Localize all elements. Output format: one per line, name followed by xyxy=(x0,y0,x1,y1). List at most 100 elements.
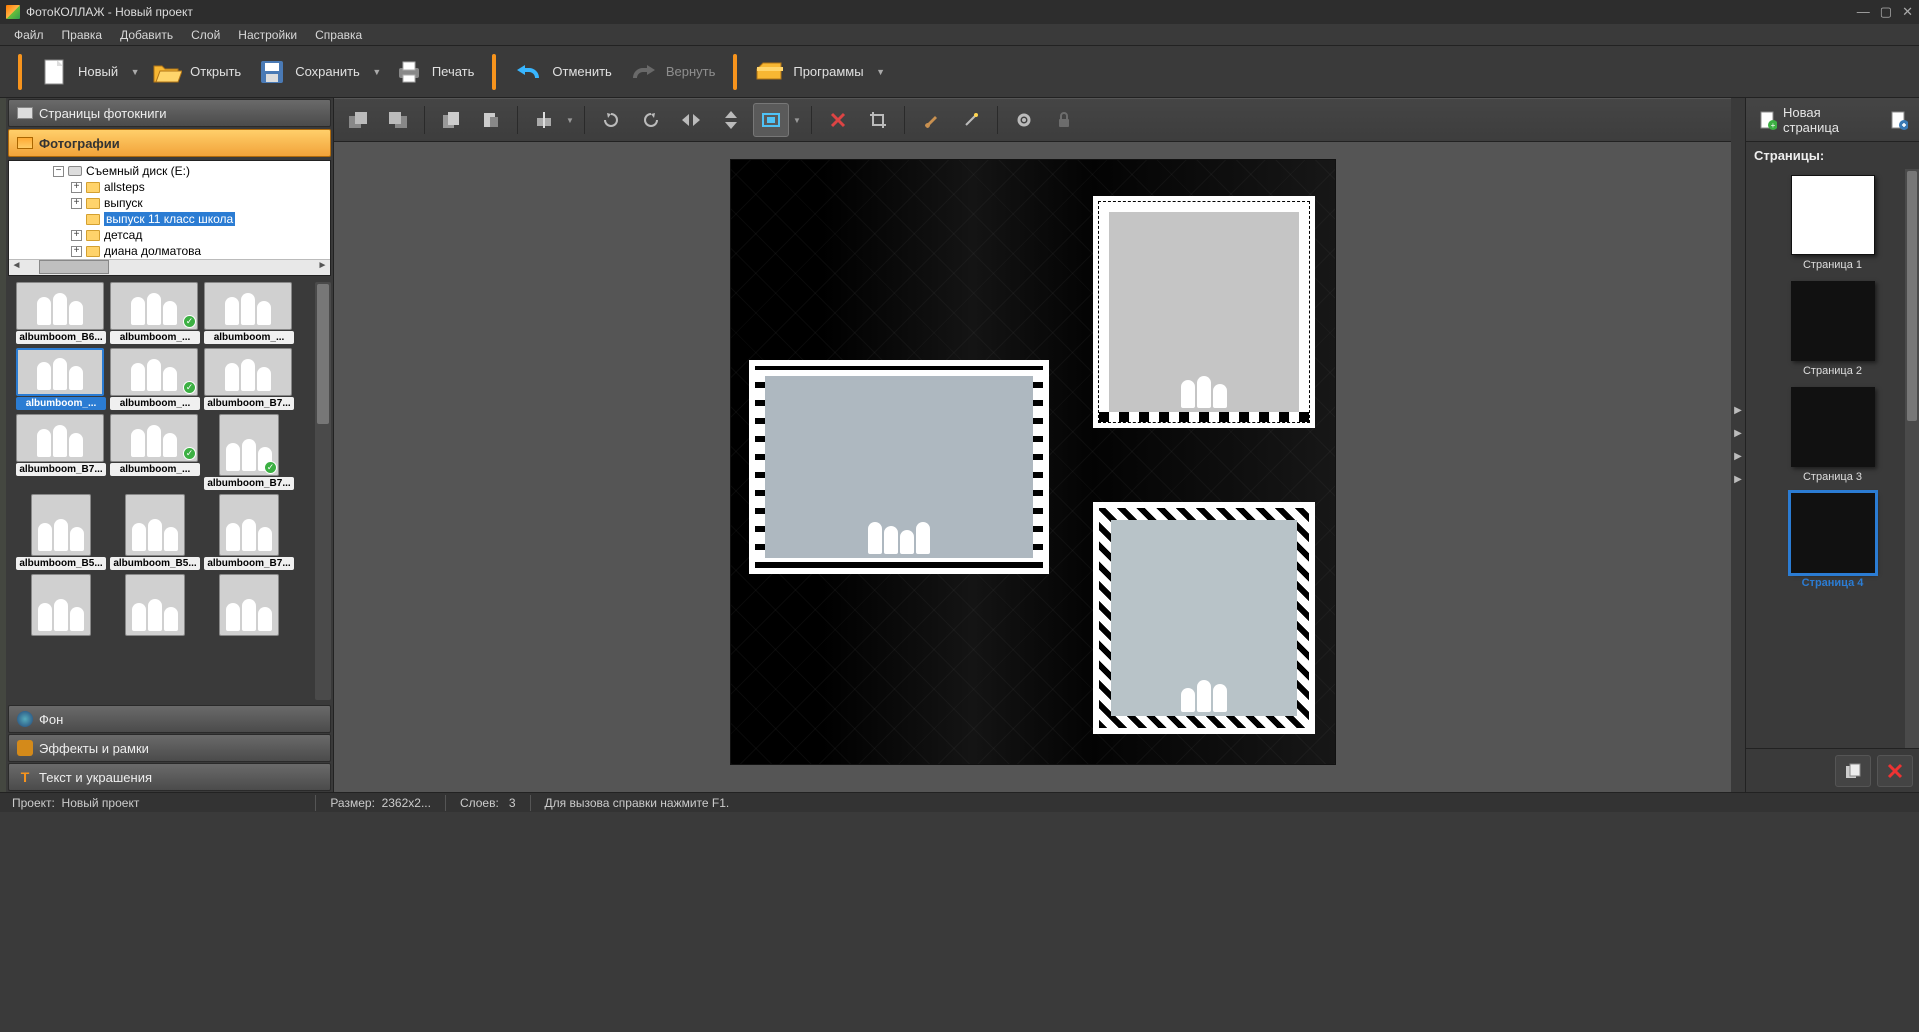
page-thumb[interactable]: Страница 1 xyxy=(1791,175,1875,271)
photo-frame-3[interactable] xyxy=(1093,502,1315,734)
acc-bookpages[interactable]: Страницы фотокниги xyxy=(8,99,331,127)
thumbnail-item[interactable]: albumboom_B7... xyxy=(204,494,294,570)
new-dropdown[interactable]: ▼ xyxy=(126,67,144,77)
copy-button[interactable] xyxy=(433,103,469,137)
send-backward-button[interactable] xyxy=(340,103,376,137)
menu-edit[interactable]: Правка xyxy=(54,26,111,44)
minimize-button[interactable]: — xyxy=(1857,4,1870,20)
thumbnail-item[interactable]: ✓albumboom_B7... xyxy=(204,414,294,490)
thumbnail-label: albumboom_... xyxy=(16,397,106,410)
thumbnail-item[interactable]: albumboom_B5... xyxy=(16,494,106,570)
rotate-left-button[interactable] xyxy=(593,103,629,137)
rotate-right-button[interactable] xyxy=(633,103,669,137)
save-button[interactable]: Сохранить xyxy=(249,53,368,91)
page-settings-button[interactable] xyxy=(1883,103,1915,137)
tree-hscroll[interactable]: ◄► xyxy=(9,259,330,275)
thumbnail-item[interactable]: albumboom_... xyxy=(204,282,294,344)
acc-background[interactable]: Фон xyxy=(8,705,331,733)
splitter[interactable]: ▶ ▶ ▶ ▶ xyxy=(1731,98,1745,792)
toolbar-separator xyxy=(733,54,737,90)
lock-button[interactable] xyxy=(1046,103,1082,137)
acc-photos[interactable]: Фотографии xyxy=(8,129,331,157)
snap-toggle[interactable] xyxy=(753,103,789,137)
splitter-arrow[interactable]: ▶ xyxy=(1734,405,1742,416)
flip-h-button[interactable] xyxy=(673,103,709,137)
thumbnail-item[interactable] xyxy=(110,574,200,636)
programs-dropdown[interactable]: ▼ xyxy=(872,67,890,77)
tree-folder[interactable]: +детсад xyxy=(13,227,326,243)
bring-forward-button[interactable] xyxy=(380,103,416,137)
brush-button[interactable] xyxy=(913,103,949,137)
left-panel: Страницы фотокниги Фотографии −Съемный д… xyxy=(0,98,334,792)
tree-folder[interactable]: +выпуск xyxy=(13,195,326,211)
tree-folder[interactable]: +allsteps xyxy=(13,179,326,195)
splitter-arrow[interactable]: ▶ xyxy=(1734,451,1742,462)
thumbnail-item[interactable]: albumboom_B5... xyxy=(110,494,200,570)
tree-folder[interactable]: +диана долматова xyxy=(13,243,326,259)
folder-tree[interactable]: −Съемный диск (E:)+allsteps+выпусквыпуск… xyxy=(8,160,331,276)
programs-button[interactable]: Программы xyxy=(747,53,871,91)
thumbnail-label: albumboom_B7... xyxy=(16,463,106,476)
print-button[interactable]: Печать xyxy=(386,53,483,91)
photo-frame-1[interactable] xyxy=(749,360,1049,574)
thumbnail-item[interactable]: ✓albumboom_... xyxy=(110,414,200,490)
thumbnail-item[interactable]: ✓albumboom_... xyxy=(110,348,200,410)
canvas-viewport[interactable] xyxy=(334,142,1731,792)
menu-layer[interactable]: Слой xyxy=(183,26,228,44)
thumbnail-item[interactable]: albumboom_... xyxy=(16,348,106,410)
thumbs-vscroll[interactable] xyxy=(315,282,331,700)
thumbnail-item[interactable]: ✓ albumboom_... xyxy=(110,282,200,344)
snap-dropdown[interactable]: ▼ xyxy=(793,116,803,125)
paste-button[interactable] xyxy=(473,103,509,137)
new-button[interactable]: Новый xyxy=(32,53,126,91)
undo-button[interactable]: Отменить xyxy=(506,53,619,91)
page-thumb[interactable]: Страница 4 xyxy=(1791,493,1875,589)
thumbnail-item[interactable]: albumboom_B6... xyxy=(16,282,106,344)
pages-vscroll[interactable] xyxy=(1905,169,1919,748)
save-dropdown[interactable]: ▼ xyxy=(368,67,386,77)
undo-icon xyxy=(514,57,544,87)
thumbnail-label: albumboom_... xyxy=(110,331,200,344)
close-button[interactable]: ✕ xyxy=(1902,4,1913,20)
menu-help[interactable]: Справка xyxy=(307,26,370,44)
svg-text:+: + xyxy=(1771,121,1776,130)
thumbnail-item[interactable]: albumboom_B7... xyxy=(16,414,106,490)
thumbnail-item[interactable] xyxy=(204,574,294,636)
align-button[interactable] xyxy=(526,103,562,137)
page-thumb[interactable]: Страница 3 xyxy=(1791,387,1875,483)
menu-file[interactable]: Файл xyxy=(6,26,52,44)
photo-frame-2[interactable] xyxy=(1093,196,1315,428)
thumbnail-item[interactable] xyxy=(16,574,106,636)
new-page-button[interactable]: + Новая страница xyxy=(1750,100,1881,140)
check-icon: ✓ xyxy=(183,315,196,328)
align-dropdown[interactable]: ▼ xyxy=(566,116,576,125)
splitter-arrow[interactable]: ▶ xyxy=(1734,474,1742,485)
delete-button[interactable] xyxy=(820,103,856,137)
open-button[interactable]: Открыть xyxy=(144,53,249,91)
tree-drive[interactable]: −Съемный диск (E:) xyxy=(13,163,326,179)
acc-text[interactable]: T Текст и украшения xyxy=(8,763,331,791)
page-canvas[interactable] xyxy=(731,160,1335,764)
menu-settings[interactable]: Настройки xyxy=(230,26,305,44)
status-bar: Проект: Новый проект Размер: 2362x2... С… xyxy=(0,792,1919,812)
delete-page-button[interactable] xyxy=(1877,755,1913,787)
duplicate-page-button[interactable] xyxy=(1835,755,1871,787)
wand-button[interactable] xyxy=(953,103,989,137)
splitter-arrow[interactable]: ▶ xyxy=(1734,428,1742,439)
thumbnail-item[interactable]: albumboom_B7... xyxy=(204,348,294,410)
thumbnail-label: albumboom_B7... xyxy=(204,477,294,490)
tree-folder[interactable]: выпуск 11 класс школа xyxy=(13,211,326,227)
flip-v-button[interactable] xyxy=(713,103,749,137)
redo-button[interactable]: Вернуть xyxy=(620,53,724,91)
page-thumb[interactable]: Страница 2 xyxy=(1791,281,1875,377)
page-thumb-label: Страница 1 xyxy=(1791,259,1875,271)
gear-button[interactable] xyxy=(1006,103,1042,137)
acc-effects[interactable]: Эффекты и рамки xyxy=(8,734,331,762)
new-label: Новый xyxy=(78,64,118,79)
center-area: ▼ ▼ xyxy=(334,98,1731,792)
maximize-button[interactable]: ▢ xyxy=(1880,4,1892,20)
thumbnail-label: albumboom_B6... xyxy=(16,331,106,344)
redo-label: Вернуть xyxy=(666,64,716,79)
menu-add[interactable]: Добавить xyxy=(112,26,181,44)
crop-button[interactable] xyxy=(860,103,896,137)
